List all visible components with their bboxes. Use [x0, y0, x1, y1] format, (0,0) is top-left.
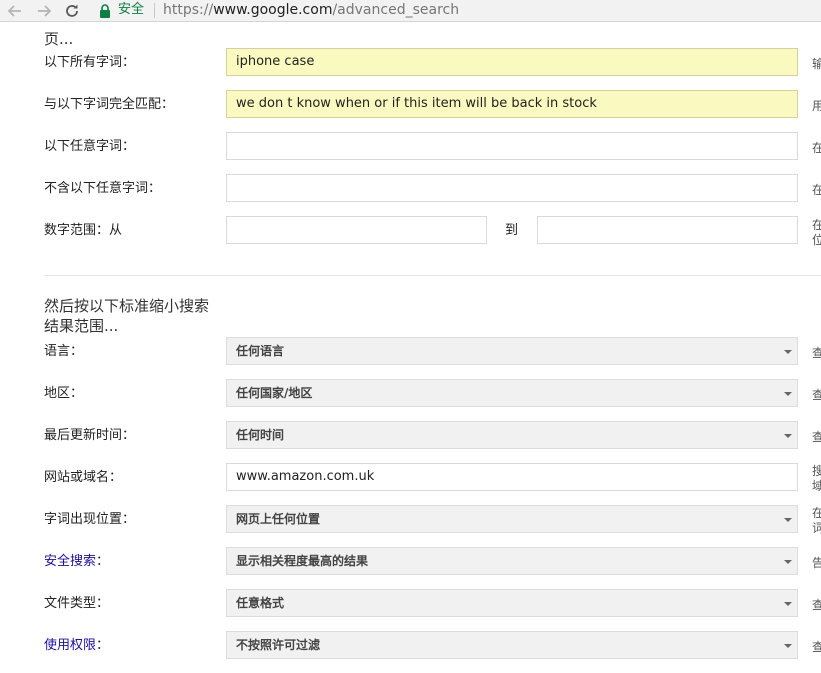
region-select[interactable]: 任何国家/地区: [226, 379, 798, 407]
any-words-input[interactable]: [226, 132, 798, 160]
file-type-label: 文件类型：: [44, 596, 110, 611]
language-label: 语言：: [44, 344, 84, 359]
site-domain-hint-1: 搜: [812, 464, 821, 478]
usage-rights-select[interactable]: 不按照许可过滤: [226, 631, 798, 659]
browser-toolbar: 安全 https://www.google.com/advanced_searc…: [0, 0, 821, 22]
chevron-down-icon: [784, 392, 792, 396]
chevron-down-icon: [784, 602, 792, 606]
chevron-down-icon: [784, 644, 792, 648]
usage-rights-link[interactable]: 使用权限: [44, 638, 96, 653]
section-divider: [44, 275, 821, 276]
region-hint: 查: [812, 388, 821, 402]
secure-label: 安全: [118, 2, 145, 17]
safe-search-link[interactable]: 安全搜索: [44, 554, 96, 569]
url-separator: [154, 3, 155, 18]
number-range-to-label: 到: [505, 223, 519, 238]
terms-appearing-label: 字词出现位置：: [44, 512, 136, 527]
last-update-label: 最后更新时间：: [44, 428, 136, 443]
safe-search-select[interactable]: 显示相关程度最高的结果: [226, 547, 798, 575]
safe-search-label: 安全搜索：: [44, 554, 109, 570]
narrow-results-heading-line1: 然后按以下标准缩小搜索: [44, 297, 210, 315]
number-range-to-input[interactable]: [537, 216, 798, 244]
region-label: 地区：: [44, 386, 84, 401]
none-words-label: 不含以下任意字词：: [44, 181, 162, 196]
terms-appearing-hint-2: 词: [812, 521, 821, 535]
any-words-hint: 在: [812, 141, 821, 155]
file-type-select[interactable]: 任意格式: [226, 589, 798, 617]
chevron-down-icon: [784, 518, 792, 522]
last-update-select[interactable]: 任何时间: [226, 421, 798, 449]
lock-icon: [99, 3, 111, 18]
chevron-down-icon: [784, 434, 792, 438]
none-words-input[interactable]: [226, 174, 798, 202]
narrow-results-heading-line2: 结果范围...: [44, 317, 119, 335]
url-path: /advanced_search: [332, 2, 460, 18]
last-update-value: 任何时间: [236, 428, 285, 442]
file-type-value: 任意格式: [236, 596, 285, 610]
all-words-label: 以下所有字词：: [44, 55, 136, 70]
none-words-hint: 在: [812, 183, 821, 197]
exact-phrase-input[interactable]: we don t know when or if this item will …: [226, 90, 798, 118]
find-pages-heading: 页...: [44, 30, 74, 48]
last-update-hint: 查: [812, 430, 821, 444]
terms-appearing-hint-1: 在: [812, 506, 821, 520]
reload-icon[interactable]: [62, 1, 82, 21]
number-range-from-input[interactable]: [226, 216, 487, 244]
narrow-results-heading: 然后按以下标准缩小搜索 结果范围...: [44, 296, 209, 336]
usage-rights-label: 使用权限：: [44, 638, 109, 654]
safe-search-colon: ：: [96, 554, 110, 569]
site-domain-hint-2: 域: [812, 479, 821, 493]
exact-phrase-label: 与以下字词完全匹配：: [44, 97, 175, 112]
all-words-input[interactable]: iphone case: [226, 48, 798, 76]
usage-rights-colon: ：: [96, 638, 110, 653]
region-value: 任何国家/地区: [236, 386, 313, 400]
number-range-hint-2: 位: [812, 233, 821, 247]
site-domain-label: 网站或域名：: [44, 470, 123, 485]
address-bar[interactable]: https://www.google.com/advanced_search: [163, 1, 459, 19]
exact-phrase-hint: 用: [812, 99, 821, 113]
language-hint: 查: [812, 346, 821, 360]
url-scheme: https://: [163, 2, 214, 18]
site-domain-input[interactable]: www.amazon.com.uk: [226, 463, 798, 491]
number-range-label: 数字范围：从: [44, 223, 123, 238]
usage-rights-value: 不按照许可过滤: [236, 638, 321, 652]
chevron-down-icon: [784, 350, 792, 354]
usage-rights-hint: 查: [812, 640, 821, 654]
forward-arrow-icon[interactable]: [34, 1, 54, 21]
terms-appearing-value: 网页上任何位置: [236, 512, 321, 526]
all-words-hint: 输: [812, 57, 821, 71]
url-host: www.google.com: [213, 2, 333, 18]
file-type-hint: 查: [812, 598, 821, 612]
language-value: 任何语言: [236, 344, 285, 358]
safe-search-value: 显示相关程度最高的结果: [236, 554, 369, 568]
back-arrow-icon[interactable]: [5, 1, 25, 21]
terms-appearing-select[interactable]: 网页上任何位置: [226, 505, 798, 533]
language-select[interactable]: 任何语言: [226, 337, 798, 365]
any-words-label: 以下任意字词：: [44, 139, 136, 154]
chevron-down-icon: [784, 560, 792, 564]
number-range-hint-1: 在: [812, 218, 821, 232]
safe-search-hint: 告: [812, 556, 821, 570]
